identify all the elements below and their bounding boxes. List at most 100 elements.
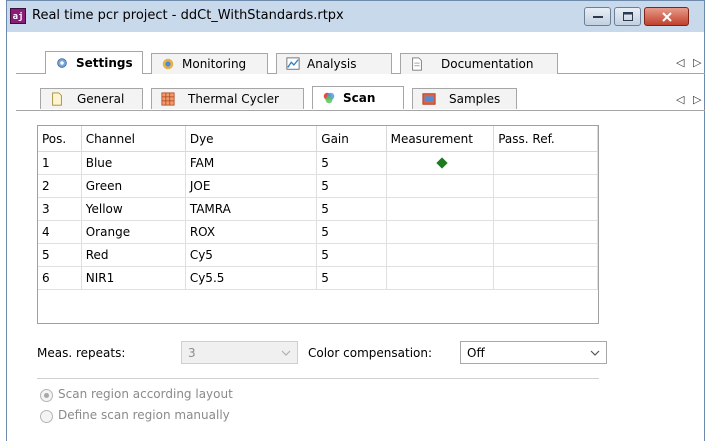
table-row[interactable]: 4 Orange ROX 5 (38, 220, 598, 244)
tab-label: Settings (76, 56, 133, 70)
cell-dye[interactable]: Cy5.5 (185, 266, 318, 290)
cell-measurement[interactable] (386, 266, 495, 290)
cell-pos[interactable]: 1 (38, 151, 82, 175)
color-compensation-value: Off (467, 346, 485, 360)
cell-pass-ref[interactable] (493, 266, 598, 290)
table-row[interactable]: 5 Red Cy5 5 (38, 243, 598, 267)
table-row[interactable]: 6 NIR1 Cy5.5 5 (38, 266, 598, 290)
tab-thermal-cycler[interactable]: Thermal Cycler (151, 88, 304, 109)
minimize-icon (592, 15, 603, 18)
app-icon: aj (10, 8, 26, 24)
tab-scan[interactable]: Scan (312, 86, 404, 109)
tab-label: Thermal Cycler (188, 92, 279, 106)
tab-label: General (77, 92, 125, 106)
meas-repeats-select[interactable]: 3 (181, 341, 298, 364)
cell-channel[interactable]: Green (81, 174, 186, 198)
cell-dye[interactable]: Cy5 (185, 243, 318, 267)
chart-icon (286, 57, 300, 70)
cell-measurement[interactable] (386, 151, 495, 175)
radio-manual-region-label: Define scan region manually (58, 408, 230, 422)
cell-pass-ref[interactable] (493, 174, 598, 198)
cell-pos[interactable]: 3 (38, 197, 82, 221)
cell-dye[interactable]: ROX (185, 220, 318, 244)
cell-dye[interactable]: JOE (185, 174, 318, 198)
gear-icon (57, 58, 67, 68)
column-header-channel[interactable]: Channel (81, 126, 186, 152)
maximize-icon (622, 12, 633, 21)
cell-gain[interactable]: 5 (316, 174, 387, 198)
main-tab-scroll-left[interactable]: ◁ (676, 56, 684, 69)
radio-manual-region[interactable] (40, 410, 53, 423)
tab-label: Monitoring (182, 57, 247, 71)
grid-icon (161, 92, 175, 106)
sub-tab-scroll-left[interactable]: ◁ (676, 93, 684, 106)
monitor-icon (162, 58, 174, 70)
color-compensation-label: Color compensation: (308, 346, 433, 360)
close-button[interactable] (644, 7, 689, 26)
cell-measurement[interactable] (386, 174, 495, 198)
channel-table: Pos. Channel Dye Gain Measurement Pass. … (37, 125, 599, 324)
tab-settings[interactable]: Settings (45, 51, 143, 74)
radio-scan-layout[interactable] (40, 389, 53, 402)
table-row[interactable]: 1 Blue FAM 5 (38, 151, 598, 175)
cell-measurement[interactable] (386, 197, 495, 221)
cell-channel[interactable]: Yellow (81, 197, 186, 221)
cell-gain[interactable]: 5 (316, 151, 387, 175)
tab-documentation[interactable]: Documentation (400, 53, 558, 74)
meas-repeats-label: Meas. repeats: (37, 346, 126, 360)
close-icon (661, 11, 672, 22)
cell-gain[interactable]: 5 (316, 197, 387, 221)
tab-samples[interactable]: Samples (412, 88, 517, 109)
tab-label: Scan (343, 91, 376, 105)
samples-icon (422, 93, 436, 105)
tab-label: Analysis (307, 57, 357, 71)
cell-channel[interactable]: Red (81, 243, 186, 267)
cell-pass-ref[interactable] (493, 197, 598, 221)
main-tab-scroll-right[interactable]: ▷ (693, 56, 701, 69)
cell-measurement[interactable] (386, 220, 495, 244)
chevron-down-icon (281, 350, 291, 356)
cell-gain[interactable]: 5 (316, 243, 387, 267)
cell-pos[interactable]: 5 (38, 243, 82, 267)
column-header-measurement[interactable]: Measurement (386, 126, 495, 152)
tab-label: Samples (449, 92, 501, 106)
window-title: Real time pcr project - ddCt_WithStandar… (32, 8, 344, 23)
measurement-active-icon (436, 157, 448, 169)
sub-tab-scroll-right[interactable]: ▷ (693, 93, 701, 106)
sub-tab-strip-line (16, 110, 705, 111)
table-header-row: Pos. Channel Dye Gain Measurement Pass. … (38, 126, 598, 152)
column-header-dye[interactable]: Dye (185, 126, 318, 152)
chevron-down-icon (590, 350, 600, 356)
cell-gain[interactable]: 5 (316, 220, 387, 244)
cell-measurement[interactable] (386, 243, 495, 267)
maximize-button[interactable] (614, 7, 641, 26)
cell-pos[interactable]: 4 (38, 220, 82, 244)
page-icon (52, 92, 62, 106)
column-header-pos[interactable]: Pos. (38, 126, 82, 152)
cell-channel[interactable]: NIR1 (81, 266, 186, 290)
radio-scan-layout-label: Scan region according layout (58, 387, 233, 401)
color-compensation-select[interactable]: Off (460, 341, 607, 364)
table-row[interactable]: 3 Yellow TAMRA 5 (38, 197, 598, 221)
cell-pos[interactable]: 6 (38, 266, 82, 290)
cell-pass-ref[interactable] (493, 151, 598, 175)
divider (37, 378, 599, 379)
column-header-gain[interactable]: Gain (316, 126, 387, 152)
tab-analysis[interactable]: Analysis (276, 53, 392, 74)
cell-channel[interactable]: Blue (81, 151, 186, 175)
cell-dye[interactable]: FAM (185, 151, 318, 175)
cell-channel[interactable]: Orange (81, 220, 186, 244)
minimize-button[interactable] (584, 7, 611, 26)
tab-monitoring[interactable]: Monitoring (151, 53, 268, 74)
tab-label: Documentation (441, 57, 534, 71)
cell-gain[interactable]: 5 (316, 266, 387, 290)
cell-pass-ref[interactable] (493, 243, 598, 267)
meas-repeats-value: 3 (188, 346, 196, 360)
cell-pass-ref[interactable] (493, 220, 598, 244)
column-header-pass-ref[interactable]: Pass. Ref. (493, 126, 598, 152)
table-row[interactable]: 2 Green JOE 5 (38, 174, 598, 198)
scan-icon (323, 92, 335, 104)
cell-dye[interactable]: TAMRA (185, 197, 318, 221)
tab-general[interactable]: General (40, 88, 143, 109)
cell-pos[interactable]: 2 (38, 174, 82, 198)
